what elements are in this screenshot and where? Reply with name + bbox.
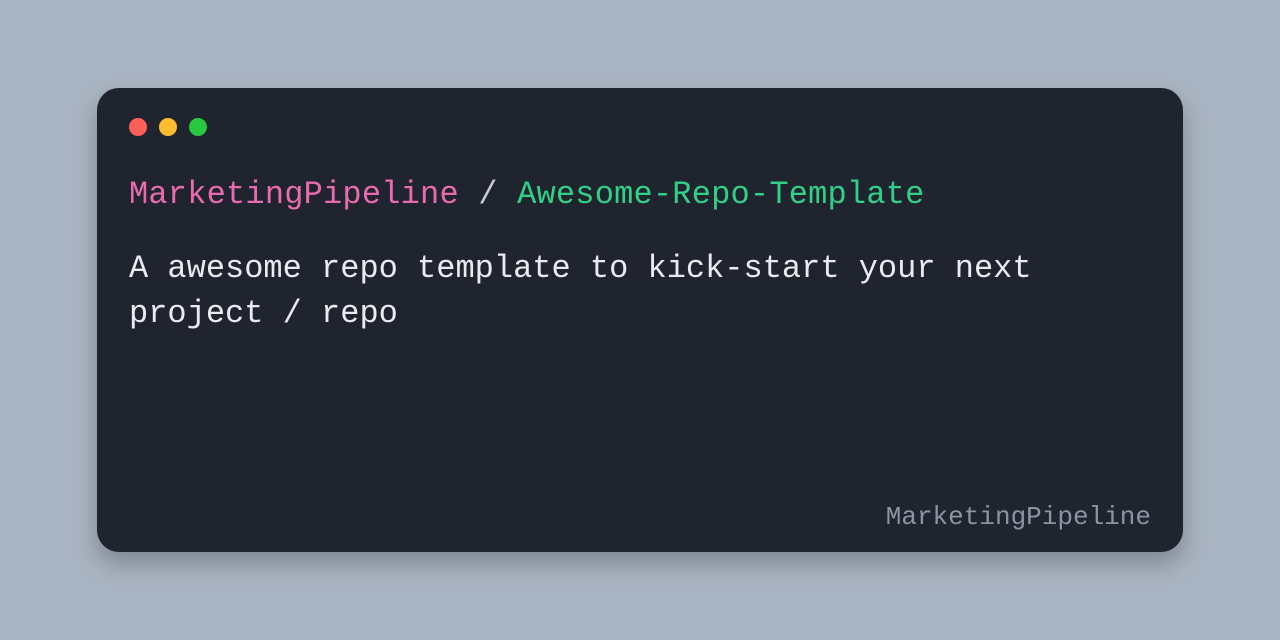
title-separator: / [459,176,517,213]
repo-name: Awesome-Repo-Template [517,176,924,213]
repo-card: MarketingPipeline / Awesome-Repo-Templat… [97,88,1183,552]
maximize-dot-icon [189,118,207,136]
close-dot-icon [129,118,147,136]
window-controls [129,118,1151,136]
minimize-dot-icon [159,118,177,136]
repo-title: MarketingPipeline / Awesome-Repo-Templat… [129,176,1151,213]
repo-owner: MarketingPipeline [129,176,459,213]
repo-description: A awesome repo template to kick-start yo… [129,247,1089,337]
footer-brand: MarketingPipeline [886,502,1151,532]
